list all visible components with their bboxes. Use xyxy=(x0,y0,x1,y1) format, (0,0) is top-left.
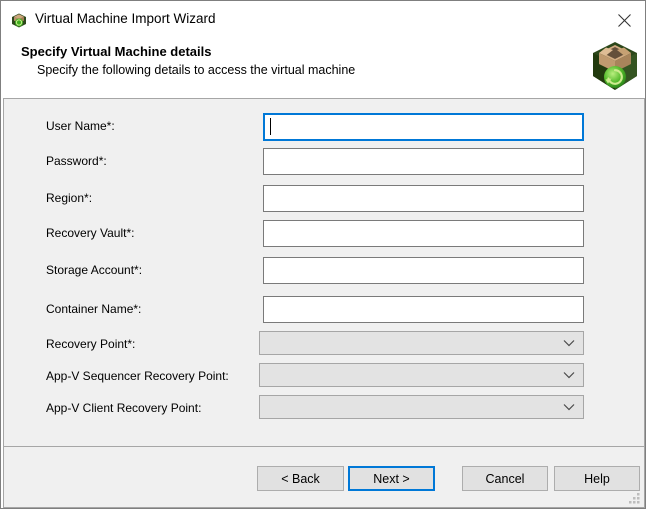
chevron-down-icon xyxy=(563,339,575,347)
field-label-recovery-point: Recovery Point*: xyxy=(46,337,135,351)
title-bar[interactable]: Virtual Machine Import Wizard xyxy=(1,1,645,39)
storage-account-input[interactable] xyxy=(263,257,584,284)
container-name-input[interactable] xyxy=(263,296,584,323)
resize-grip-icon[interactable] xyxy=(627,491,641,505)
help-button[interactable]: Help xyxy=(554,466,640,491)
field-label-appv-client-recovery-point: App-V Client Recovery Point: xyxy=(46,401,201,415)
field-label-storage-account: Storage Account*: xyxy=(46,263,142,277)
field-label-appv-sequencer-recovery-point: App-V Sequencer Recovery Point: xyxy=(46,369,229,383)
recovery-vault-input[interactable] xyxy=(263,220,584,247)
close-icon xyxy=(617,13,632,28)
field-label-region: Region*: xyxy=(46,191,92,205)
app-icon xyxy=(11,12,27,28)
chevron-down-icon xyxy=(563,371,575,379)
user-name-input[interactable] xyxy=(263,113,584,141)
back-button[interactable]: < Back xyxy=(257,466,344,491)
text-caret xyxy=(270,118,271,135)
dialog-window: Virtual Machine Import Wizard Specify Vi… xyxy=(0,0,646,509)
field-label-recovery-vault: Recovery Vault*: xyxy=(46,226,134,240)
close-button[interactable] xyxy=(609,5,639,35)
chevron-down-icon xyxy=(563,403,575,411)
field-label-password: Password*: xyxy=(46,154,107,168)
region-input[interactable] xyxy=(263,185,584,212)
next-button[interactable]: Next > xyxy=(348,466,435,491)
window-title: Virtual Machine Import Wizard xyxy=(35,11,216,26)
wizard-icon xyxy=(592,39,638,92)
appv-sequencer-recovery-point-select[interactable] xyxy=(259,363,584,387)
page-subtitle: Specify the following details to access … xyxy=(37,63,355,77)
field-label-container-name: Container Name*: xyxy=(46,302,141,316)
field-label-user-name: User Name*: xyxy=(46,119,115,133)
appv-client-recovery-point-select[interactable] xyxy=(259,395,584,419)
password-input[interactable] xyxy=(263,148,584,175)
cancel-button[interactable]: Cancel xyxy=(462,466,548,491)
page-title: Specify Virtual Machine details xyxy=(21,44,212,59)
recovery-point-select[interactable] xyxy=(259,331,584,355)
